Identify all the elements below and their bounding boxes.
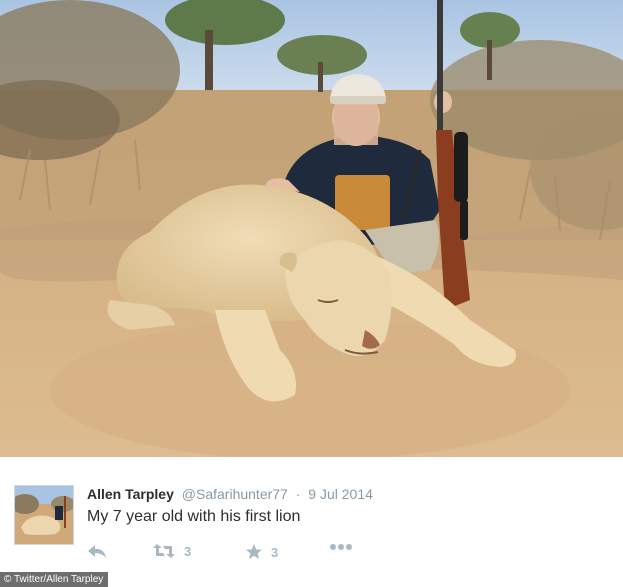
tweet-date[interactable]: 9 Jul 2014: [308, 486, 373, 502]
tweet-photo[interactable]: [0, 0, 623, 457]
author-name[interactable]: Allen Tarpley: [87, 486, 174, 502]
reply-button[interactable]: [87, 543, 107, 559]
more-button[interactable]: [329, 543, 353, 551]
retweet-icon: [152, 543, 176, 559]
tweet-actions: 3 3: [87, 543, 387, 563]
favorite-button[interactable]: 3: [245, 543, 278, 561]
photo-credit: © Twitter/Allen Tarpley: [0, 572, 109, 587]
star-icon: [245, 543, 263, 561]
retweet-button[interactable]: 3: [152, 543, 191, 559]
favorite-count: 3: [271, 544, 279, 560]
reply-icon: [87, 543, 107, 559]
author-handle[interactable]: @Safarihunter77: [182, 486, 288, 502]
more-icon: [329, 543, 353, 551]
author-avatar[interactable]: [14, 485, 74, 545]
header-separator: ·: [295, 486, 301, 502]
tweet-card: Allen Tarpley @Safarihunter77 · 9 Jul 20…: [0, 457, 623, 587]
retweet-count: 3: [184, 543, 192, 559]
tweet-text: My 7 year old with his first lion: [87, 508, 301, 525]
tweet-header: Allen Tarpley @Safarihunter77 · 9 Jul 20…: [87, 486, 373, 502]
